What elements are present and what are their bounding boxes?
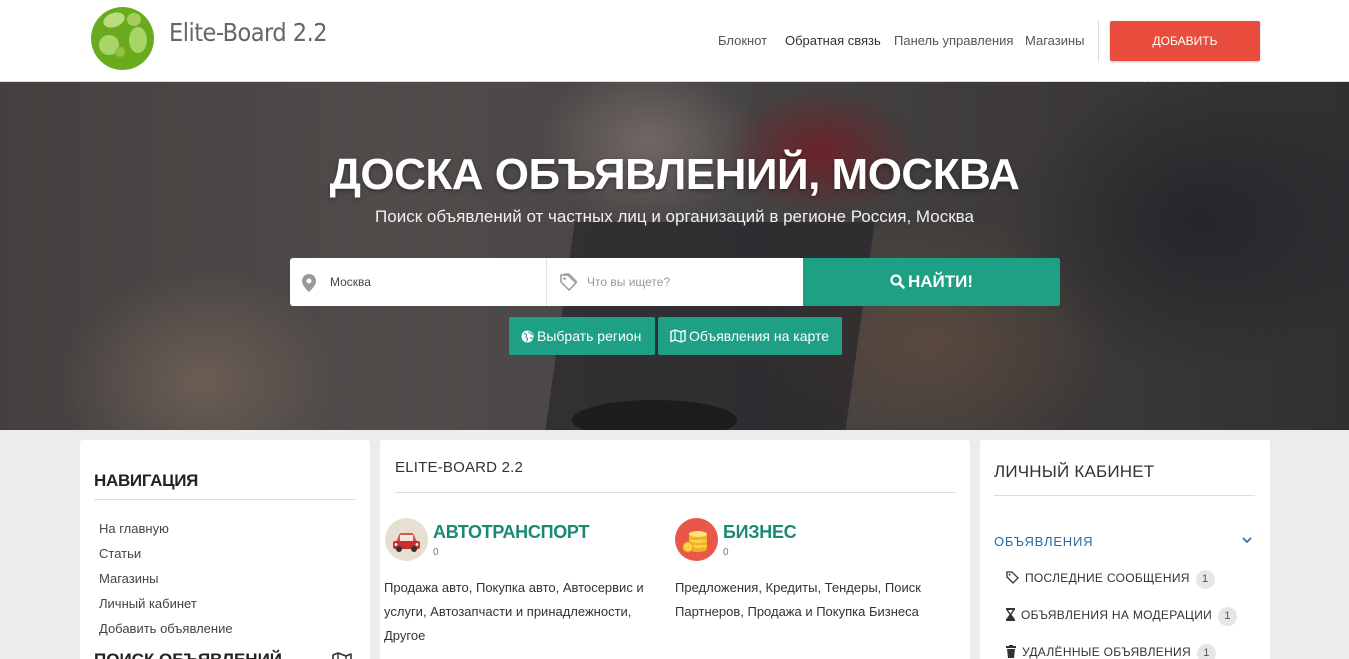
category-count: 0 [723,547,729,558]
nav-feedback[interactable]: Обратная связь [785,33,881,48]
select-region-button[interactable]: Выбрать регион [509,317,655,355]
find-button[interactable]: НАЙТИ! [803,258,1060,306]
divider [994,495,1255,496]
cabinet-item-moderation[interactable]: ОБЪЯВЛЕНИЯ НА МОДЕРАЦИИ 1 [1006,607,1238,626]
nav-link-cabinet[interactable]: Личный кабинет [99,596,197,611]
cabinet-panel: ЛИЧНЫЙ КАБИНЕТ ОБЪЯВЛЕНИЯ ПОСЛЕДНИЕ СООБ… [980,440,1270,659]
hero-banner: ДОСКА ОБЪЯВЛЕНИЙ, МОСКВА Поиск объявлени… [0,82,1349,430]
cabinet-item-messages[interactable]: ПОСЛЕДНИЕ СООБЩЕНИЯ 1 [1006,570,1215,589]
nav-link-home[interactable]: На главную [99,521,169,536]
listings-section-toggle[interactable]: ОБЪЯВЛЕНИЯ [994,534,1093,549]
hero-title: ДОСКА ОБЪЯВЛЕНИЙ, МОСКВА [329,150,1020,199]
map-pin-icon [302,274,316,292]
query-field[interactable] [547,258,803,306]
count-badge: 1 [1195,570,1215,589]
category-description: Продажа авто, Покупка авто, Автосервис и… [384,580,644,643]
trash-icon [1006,645,1016,658]
divider [395,492,955,493]
category-count: 0 [433,547,439,558]
nav-control-panel[interactable]: Панель управления [894,33,1013,48]
search-icon [890,274,905,289]
search-bar: НАЙТИ! [290,258,1060,306]
hourglass-icon [1006,608,1015,621]
brand-name[interactable]: Elite-Board 2.2 [169,18,328,47]
map-listings-label: Объявления на карте [689,328,830,344]
count-badge: 1 [1196,644,1216,659]
find-button-label: НАЙТИ! [907,272,974,291]
panel-title: ELITE-BOARD 2.2 [395,459,524,476]
categories-panel: ELITE-BOARD 2.2 АВТОТРАНСПОРТ 0 Продажа … [380,440,970,659]
category-business[interactable]: БИЗНЕС [723,522,797,543]
nav-link-add-listing[interactable]: Добавить объявление [99,621,233,636]
navigation-panel: НАВИГАЦИЯ На главную Статьи Магазины Лич… [80,440,370,659]
logo[interactable] [91,7,154,70]
search-listings-title: ПОИСК ОБЪЯВЛЕНИЙ [94,650,282,659]
nav-link-articles[interactable]: Статьи [99,546,141,561]
chevron-down-icon[interactable] [1242,537,1252,544]
cabinet-item-deleted[interactable]: УДАЛЁННЫЕ ОБЪЯВЛЕНИЯ 1 [1006,644,1216,659]
tags-icon [560,273,578,291]
coins-icon[interactable] [675,518,718,561]
car-icon[interactable] [385,518,428,561]
city-input[interactable] [330,272,530,292]
globe-icon [521,330,534,343]
category-description: Предложения, Кредиты, Тендеры, Поиск Пар… [675,580,921,619]
hero-subtitle: Поиск объявлений от частных лиц и органи… [375,207,974,226]
map-icon [670,329,686,343]
divider [94,499,355,500]
category-auto[interactable]: АВТОТРАНСПОРТ [433,522,589,543]
site-header: Elite-Board 2.2 Блокнот Обратная связь П… [0,0,1349,88]
search-input[interactable] [587,272,787,292]
add-listing-button[interactable]: ДОБАВИТЬ ОБЪЯВЛЕНИЕ [1110,21,1260,88]
tags-icon [1006,571,1019,584]
navigation-title: НАВИГАЦИЯ [94,471,199,490]
nav-link-shops[interactable]: Магазины [99,571,159,586]
cabinet-title: ЛИЧНЫЙ КАБИНЕТ [994,462,1155,481]
count-badge: 1 [1218,607,1238,626]
nav-notepad[interactable]: Блокнот [718,33,767,48]
nav-divider [1098,20,1099,62]
city-field[interactable] [290,258,547,306]
map-icon[interactable] [332,652,352,659]
select-region-label: Выбрать регион [537,328,642,344]
nav-shops[interactable]: Магазины [1025,33,1085,48]
map-listings-button[interactable]: Объявления на карте [658,317,842,355]
